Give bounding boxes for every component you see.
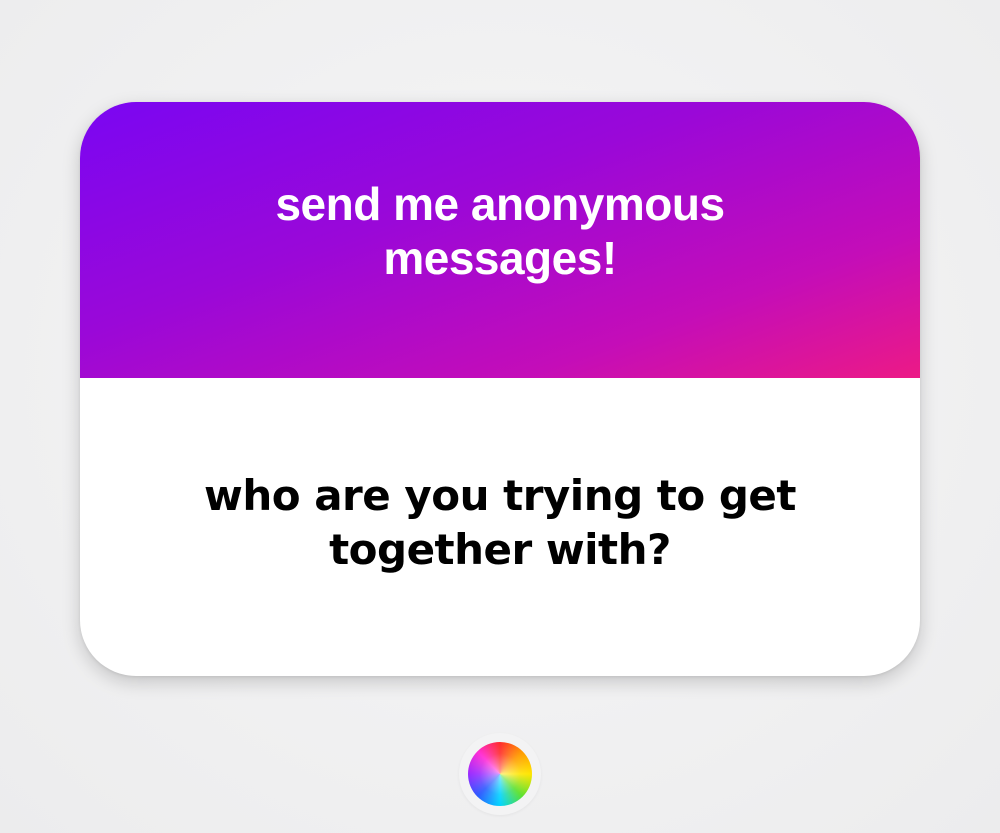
card-body[interactable]: who are you trying to get together with? bbox=[80, 378, 920, 676]
card-header: send me anonymous messages! bbox=[80, 102, 920, 378]
question-card: send me anonymous messages! who are you … bbox=[80, 102, 920, 676]
color-wheel-icon bbox=[468, 742, 532, 806]
color-picker-button[interactable] bbox=[459, 733, 541, 815]
question-text[interactable]: who are you trying to get together with? bbox=[150, 469, 850, 577]
card-header-title: send me anonymous messages! bbox=[275, 178, 725, 284]
